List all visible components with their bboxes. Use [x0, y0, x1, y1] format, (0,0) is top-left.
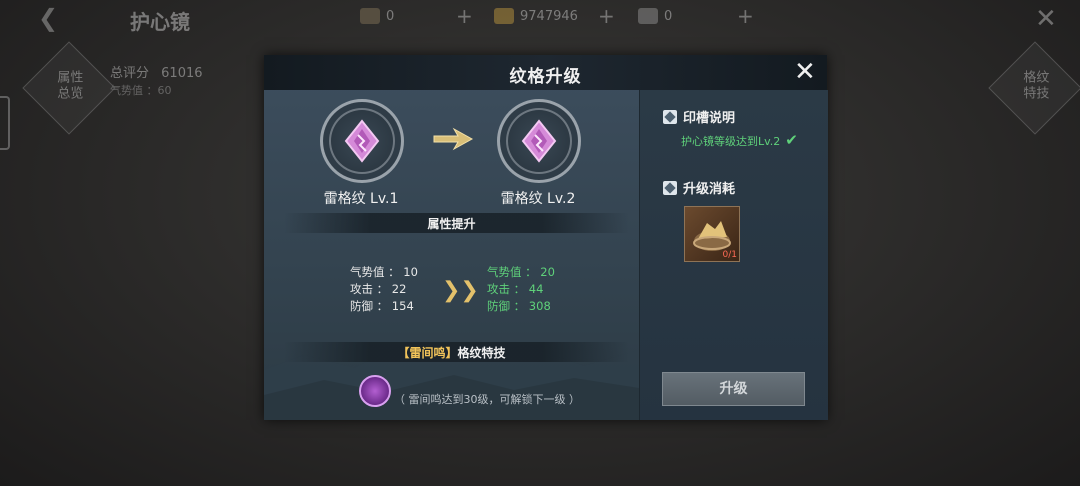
cost-item-slot[interactable]: 0/1 [684, 206, 740, 262]
stat-attack: 攻击 ： 22 [350, 282, 407, 296]
next-rune-icon [497, 99, 581, 183]
skill-section-title: 【雷间鸣】格纹特技 [264, 344, 639, 361]
scroll-icon [360, 8, 380, 24]
upgrade-button[interactable]: 升级 [662, 372, 805, 406]
side-tab[interactable] [0, 96, 10, 150]
top-bar: ❮ 护心镜 0 + 9747946 + 0 + ✕ [0, 0, 1080, 36]
silver-ingot-icon [638, 8, 658, 24]
slot-section-header: 印槽说明 [663, 107, 735, 126]
attribute-overview-button[interactable]: 属性 总览 [22, 41, 116, 135]
back-arrow-icon[interactable]: ❮ [38, 4, 58, 32]
resource-scroll: 0 [360, 8, 394, 24]
layers-icon [663, 109, 677, 124]
attr-section-title: 属性提升 [427, 217, 476, 231]
resource-value: 0 [664, 8, 673, 24]
score-sub: 气势值 ：60 [110, 84, 172, 97]
next-rune-label: 雷格纹 Lv.2 [500, 191, 576, 207]
upgrade-arrow-icon [433, 127, 474, 151]
stat-momentum: 气势值 ： 10 [350, 265, 418, 279]
stats-current: 气势值 ： 10 攻击 ： 22 防御 ： 154 [350, 264, 418, 315]
cost-section-header: 升级消耗 [663, 178, 735, 197]
screen-title: 护心镜 [130, 10, 190, 34]
current-rune-icon [320, 99, 404, 183]
skill-icon[interactable] [359, 375, 391, 407]
stat-momentum-next: 气势值 ： 20 [487, 265, 555, 279]
dialog-title: 纹格升级 [509, 67, 582, 87]
resource-gold: 9747946 [494, 8, 578, 24]
current-rune-label: 雷格纹 Lv.1 [323, 191, 399, 207]
cost-section-label: 升级消耗 [683, 182, 736, 197]
gold-ingot-icon [494, 8, 514, 24]
skill-tag: 【雷间鸣】 [397, 346, 458, 360]
double-chevron-icon: ❯❯ [442, 278, 479, 303]
skill-unlock-note: （ 雷间鸣达到30级，可解锁下一级 ） [394, 393, 580, 406]
score-row: 总评分 61016 [110, 62, 203, 81]
rune-skill-label: 格纹 特技 [1023, 70, 1050, 102]
slot-requirement-text: 护心镜等级达到Lv.2 [681, 135, 781, 148]
resource-value: 0 [386, 8, 395, 24]
stat-defense-next: 防御 ： 308 [487, 299, 551, 313]
score-label: 总评分 [110, 66, 150, 81]
stat-defense: 防御 ： 154 [350, 299, 414, 313]
attribute-overview-label: 属性 总览 [57, 70, 84, 102]
close-icon[interactable]: ✕ [794, 58, 816, 86]
stats-next: 气势值 ： 20 攻击 ： 44 防御 ： 308 [487, 264, 555, 315]
resource-value: 9747946 [520, 8, 578, 24]
score-value: 61016 [161, 66, 203, 81]
cost-item-count: 0/1 [722, 250, 737, 260]
slot-section-label: 印槽说明 [683, 111, 736, 126]
close-icon[interactable]: ✕ [1035, 4, 1057, 34]
rune-skill-button[interactable]: 格纹 特技 [988, 41, 1080, 135]
plus-icon[interactable]: + [598, 4, 615, 28]
stat-attack-next: 攻击 ： 44 [487, 282, 544, 296]
slot-requirement: 护心镜等级达到Lv.2 ✔ [681, 131, 798, 149]
skill-title: 格纹特技 [457, 346, 506, 360]
plus-icon[interactable]: + [737, 4, 754, 28]
layers-icon [663, 180, 677, 195]
checkmark-icon: ✔ [785, 131, 798, 149]
resource-silver: 0 [638, 8, 672, 24]
plus-icon[interactable]: + [456, 4, 473, 28]
upgrade-dialog: 纹格升级 ✕ 雷格纹 Lv.1 雷格纹 Lv.2 属性提升 气势值 ： 10 攻… [264, 55, 828, 420]
dialog-header: 纹格升级 ✕ [264, 55, 827, 90]
